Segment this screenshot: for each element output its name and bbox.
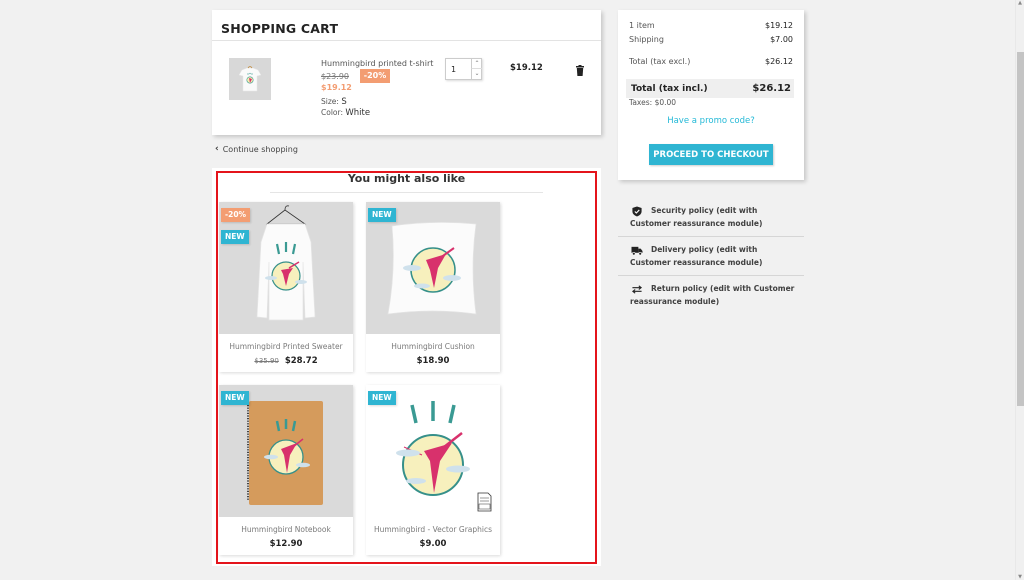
summary-items-value: $19.12 (765, 21, 793, 30)
cart-item-line-total: $19.12 (510, 63, 543, 73)
color-value: White (345, 108, 371, 118)
reassurance-item-delivery: Delivery policy (edit with Customer reas… (618, 237, 804, 276)
cart-item-color: Color: White (321, 108, 370, 118)
product-name[interactable]: Hummingbird Notebook (219, 525, 353, 534)
chevron-down-icon: ⌄ (474, 70, 480, 77)
reassurance-item-return: Return policy (edit with Customer reassu… (618, 276, 804, 314)
shopping-cart-panel: SHOPPING CART Hummingbird printed t-shir… (212, 10, 601, 135)
suggestions-divider (270, 192, 543, 193)
product-name[interactable]: Hummingbird Printed Sweater (219, 342, 353, 351)
summary-total-excl-row: Total (tax excl.) $26.12 (629, 57, 793, 66)
cart-header: SHOPPING CART (212, 10, 601, 41)
remove-item-button[interactable] (576, 61, 584, 76)
summary-total-excl-label: Total (tax excl.) (629, 57, 691, 66)
summary-shipping-label: Shipping (629, 35, 664, 44)
product-card-sweater[interactable]: -20% NEW Hummingbird Printed Sweater $35… (219, 202, 353, 372)
proceed-to-checkout-button[interactable]: PROCEED TO CHECKOUT (649, 144, 773, 165)
new-flag: NEW (221, 391, 249, 405)
summary-items-row: 1 item $19.12 (629, 21, 793, 30)
product-price: $35.90 $28.72 (219, 356, 353, 366)
suggestions-title: You might also like (347, 172, 466, 185)
shield-icon (632, 206, 642, 217)
page-scrollbar[interactable]: ▲ ▼ (1015, 0, 1024, 580)
new-flag: NEW (368, 391, 396, 405)
product-regular-price: $35.90 (254, 357, 279, 365)
summary-total-incl-label: Total (tax incl.) (631, 83, 708, 94)
quantity-increase-button[interactable]: ⌃ (471, 59, 482, 69)
trash-icon (576, 65, 584, 76)
summary-total-excl-value: $26.12 (765, 57, 793, 66)
cart-item-price: $19.12 (321, 83, 352, 92)
cart-summary-panel: 1 item $19.12 Shipping $7.00 Total (tax … (618, 10, 804, 180)
product-suggestions-section: You might also like -20% NEW Hummingbird… (212, 168, 601, 566)
reassurance-block: Security policy (edit with Customer reas… (618, 198, 804, 314)
summary-total-incl-value: $26.12 (752, 83, 791, 94)
continue-shopping-link[interactable]: ‹ Continue shopping (215, 144, 298, 154)
cart-item-size: Size: S (321, 97, 347, 107)
reassurance-text: Delivery policy (edit with Customer reas… (630, 245, 763, 267)
new-flag: NEW (368, 208, 396, 222)
quantity-stepper: ⌃ ⌄ (445, 58, 482, 80)
cart-title: SHOPPING CART (221, 21, 339, 36)
cart-item-discount-badge: -20% (360, 69, 390, 83)
file-svg-icon (477, 492, 492, 512)
product-sale-price: $28.72 (284, 356, 318, 366)
product-card-vector-graphics[interactable]: NEW Hummingbird - Vector Graphics $9.00 (366, 385, 500, 555)
summary-taxes: Taxes: $0.00 (629, 98, 677, 107)
summary-shipping-row: Shipping $7.00 (629, 35, 793, 44)
reassurance-text: Return policy (edit with Customer reassu… (630, 284, 795, 306)
product-price: $9.00 (419, 539, 447, 549)
summary-items-label: 1 item (629, 21, 655, 30)
continue-shopping-label: Continue shopping (222, 144, 298, 154)
swap-arrows-icon (631, 285, 643, 294)
reassurance-text: Security policy (edit with Customer reas… (630, 206, 763, 228)
scroll-down-arrow-icon[interactable]: ▼ (1016, 574, 1024, 580)
cart-item-name[interactable]: Hummingbird printed t-shirt (321, 59, 433, 68)
scroll-up-arrow-icon[interactable]: ▲ (1016, 0, 1024, 6)
product-price: $18.90 (416, 356, 450, 366)
quantity-input[interactable] (446, 59, 471, 79)
product-card-notebook[interactable]: NEW Hummingbird Notebook $12.90 (219, 385, 353, 555)
product-name[interactable]: Hummingbird - Vector Graphics (366, 525, 500, 534)
new-flag: NEW (221, 230, 249, 244)
quantity-decrease-button[interactable]: ⌄ (471, 69, 482, 79)
truck-icon (631, 246, 643, 256)
promo-code-link[interactable]: Have a promo code? (618, 116, 804, 126)
cart-item-thumbnail[interactable] (229, 58, 271, 100)
reassurance-item-security: Security policy (edit with Customer reas… (618, 198, 804, 237)
size-label: Size: (321, 97, 339, 106)
chevron-up-icon: ⌃ (474, 60, 480, 67)
discount-flag: -20% (221, 208, 251, 222)
scrollbar-thumb[interactable] (1017, 52, 1024, 406)
product-card-cushion[interactable]: NEW Hummingbird Cushion $18.90 (366, 202, 500, 372)
product-name[interactable]: Hummingbird Cushion (366, 342, 500, 351)
product-price: $12.90 (269, 539, 303, 549)
chevron-left-icon: ‹ (215, 144, 219, 154)
summary-shipping-value: $7.00 (770, 35, 793, 44)
size-value: S (341, 97, 347, 107)
cart-item-regular-price: $23.90 (321, 72, 349, 81)
color-label: Color: (321, 108, 343, 117)
summary-total-incl-row: Total (tax incl.) $26.12 (626, 79, 794, 98)
